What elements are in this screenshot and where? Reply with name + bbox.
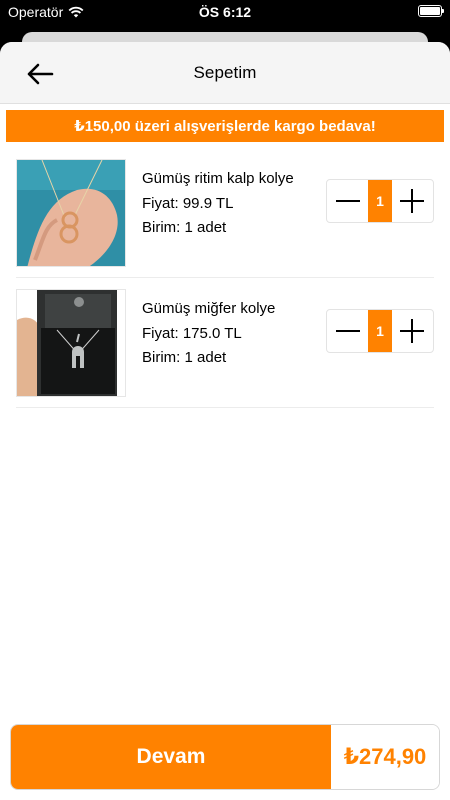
product-name: Gümüş miğfer kolye <box>142 300 276 317</box>
clock: ÖS 6:12 <box>198 4 252 20</box>
product-image <box>16 159 126 267</box>
plus-icon <box>400 319 425 343</box>
plus-icon <box>400 189 425 213</box>
quantity-stepper: 1 <box>326 309 434 353</box>
navigation-bar: Sepetim <box>0 42 450 104</box>
decrease-quantity-button[interactable] <box>327 310 368 352</box>
free-shipping-banner: ₺150,00 üzeri alışverişlerde kargo bedav… <box>6 110 444 142</box>
status-bar: Operatör ÖS 6:12 <box>0 0 450 24</box>
cart-item: Gümüş miğfer kolye Fiyat: 175.0 TL Birim… <box>16 278 434 408</box>
cart-list: Gümüş ritim kalp kolye Fiyat: 99.9 TL Bi… <box>0 148 450 408</box>
increase-quantity-button[interactable] <box>392 180 433 222</box>
heart-necklace-photo <box>17 160 125 266</box>
battery-icon <box>418 5 444 17</box>
cart-item: Gümüş ritim kalp kolye Fiyat: 99.9 TL Bi… <box>16 148 434 278</box>
product-unit: Birim: 1 adet <box>142 219 227 236</box>
cart-total: ₺274,90 <box>331 725 439 789</box>
product-price: Fiyat: 99.9 TL <box>142 194 234 212</box>
continue-button[interactable]: Devam <box>11 725 331 789</box>
quantity-value: 1 <box>368 310 392 352</box>
product-info: Gümüş ritim kalp kolye Fiyat: 99.9 TL Bi… <box>142 167 294 241</box>
helmet-necklace-photo <box>17 290 125 396</box>
minus-icon <box>335 200 360 202</box>
quantity-value: 1 <box>368 180 392 222</box>
product-name: Gümüş ritim kalp kolye <box>142 170 294 187</box>
product-info: Gümüş miğfer kolye Fiyat: 175.0 TL Birim… <box>142 297 275 371</box>
minus-icon <box>335 330 360 332</box>
page-title: Sepetim <box>193 63 257 82</box>
product-unit: Birim: 1 adet <box>142 349 227 366</box>
decrease-quantity-button[interactable] <box>327 180 368 222</box>
checkout-bar: Devam ₺274,90 <box>10 724 440 790</box>
increase-quantity-button[interactable] <box>392 310 433 352</box>
quantity-stepper: 1 <box>326 179 434 223</box>
cart-sheet: Sepetim ₺150,00 üzeri alışverişlerde kar… <box>0 42 450 800</box>
product-price: Fiyat: 175.0 TL <box>142 324 242 342</box>
product-image <box>16 289 126 397</box>
